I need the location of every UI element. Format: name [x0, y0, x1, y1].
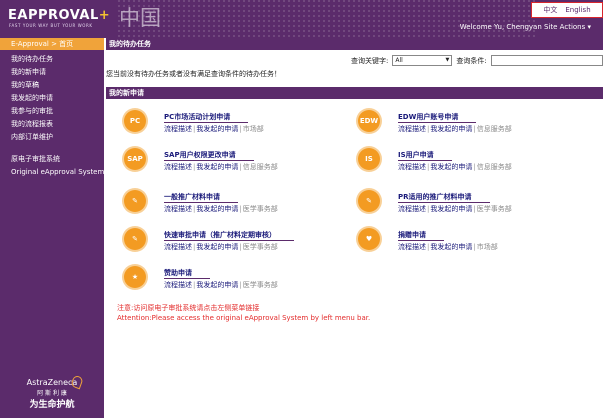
my-requests-link[interactable]: 我发起的申请 [196, 281, 238, 289]
app-title-link[interactable]: 一般推广材料申请 [164, 192, 238, 203]
app-title-link[interactable]: SAP用户权限更改申请 [164, 150, 254, 161]
sap-permission-icon[interactable]: SAP [124, 148, 146, 170]
keyword-select-value: All [395, 57, 403, 64]
app-links: 流程描述|我发起的申请|医学事务部 [164, 205, 278, 213]
app-links: 流程描述|我发起的申请|市场部 [164, 125, 264, 133]
keyword-select[interactable]: All ▼ [392, 55, 453, 66]
app-links: 流程描述|我发起的申请|信息服务部 [398, 125, 512, 133]
app-links: 流程描述|我发起的申请|信息服务部 [398, 163, 512, 171]
left-sidebar: E-Approval > 首页 我的待办任务 我的新申请 我的草稿 我发起的申请… [0, 38, 104, 418]
sidebar-item-legacy-system-en[interactable]: Original eApproval System [11, 166, 104, 179]
my-requests-link[interactable]: 我发起的申请 [430, 125, 472, 133]
astrazeneca-cn-name: 阿 斯 利 康 [37, 390, 67, 397]
sidebar-menu: 我的待办任务 我的新申请 我的草稿 我发起的申请 我参与的审批 我的流程报表 内… [0, 50, 104, 179]
document-edit-icon[interactable]: ✎ [358, 190, 380, 212]
department-label: 信息服务部 [476, 125, 512, 133]
my-requests-link[interactable]: 我发起的申请 [430, 205, 472, 213]
edw-account-icon[interactable]: EDW [358, 110, 380, 132]
lang-english-link[interactable]: English [565, 6, 590, 14]
no-task-message: 您当前没有待办任务或者没有满足查询条件的待办任务！ [106, 70, 281, 78]
china-brand-graphic: 中国 [119, 6, 161, 30]
my-requests-link[interactable]: 我发起的申请 [196, 125, 238, 133]
department-label: 信息服务部 [476, 163, 512, 171]
process-desc-link[interactable]: 流程描述 [164, 125, 192, 133]
pc-marketing-icon[interactable]: PC [124, 110, 146, 132]
logo-tagline: FAST YOUR WAY BUT YOUR WORK [9, 23, 93, 28]
document-edit-icon[interactable]: ✎ [124, 228, 146, 250]
my-tasks-header: 我的待办任务 [106, 38, 603, 50]
app-title-link[interactable]: 捐赠申请 [398, 230, 444, 241]
chevron-down-icon: ▼ [445, 57, 450, 63]
my-requests-link[interactable]: 我发起的申请 [430, 163, 472, 171]
main-content: 我的待办任务 查询关键字: All ▼ 查询条件: 您当前没有待办任务或者没有满… [106, 38, 603, 289]
process-desc-link[interactable]: 流程描述 [398, 125, 426, 133]
astrazeneca-slogan: 为生命护航 [29, 400, 75, 410]
app-title-link[interactable]: 快速审批申请（推广材料定期审核） [164, 230, 294, 241]
my-requests-link[interactable]: 我发起的申请 [196, 243, 238, 251]
process-desc-link[interactable]: 流程描述 [164, 163, 192, 171]
app-title-link[interactable]: EDW用户账号申请 [398, 112, 477, 123]
department-label: 信息服务部 [242, 163, 278, 171]
new-requests-section: 我的新申请 [106, 87, 603, 99]
department-label: 市场部 [476, 243, 498, 251]
app-links: 流程描述|我发起的申请|信息服务部 [164, 163, 278, 171]
sidebar-item-new-request[interactable]: 我的新申请 [11, 66, 104, 79]
app-title-link[interactable]: IS用户申请 [398, 150, 452, 161]
department-label: 医学事务部 [242, 243, 278, 251]
process-desc-link[interactable]: 流程描述 [164, 205, 192, 213]
department-label: 医学事务部 [242, 205, 278, 213]
app-links: 流程描述|我发起的申请|医学事务部 [164, 243, 278, 251]
department-label: 医学事务部 [476, 205, 512, 213]
condition-label: 查询条件: [456, 56, 487, 65]
sidebar-item-process-reports[interactable]: 我的流程报表 [11, 118, 104, 131]
app-links: 流程描述|我发起的申请|医学事务部 [398, 205, 512, 213]
sidebar-item-internal-order[interactable]: 内部订单维护 [11, 131, 104, 144]
department-label: 医学事务部 [242, 281, 278, 289]
document-edit-icon[interactable]: ✎ [124, 190, 146, 212]
astrazeneca-name: AstraZeneca [26, 378, 78, 387]
welcome-bar: Welcome Yu, Chengyan Site Actions ▾ [460, 23, 591, 31]
is-user-icon[interactable]: IS [358, 148, 380, 170]
process-desc-link[interactable]: 流程描述 [398, 163, 426, 171]
process-desc-link[interactable]: 流程描述 [398, 243, 426, 251]
my-requests-link[interactable]: 我发起的申请 [196, 205, 238, 213]
sidebar-item-my-tasks[interactable]: 我的待办任务 [11, 53, 104, 66]
language-switcher: 中文 English [531, 2, 603, 18]
eapproval-logo[interactable]: EAPPROVAL+ [8, 8, 110, 23]
condition-input[interactable] [490, 55, 603, 66]
app-links: 流程描述|我发起的申请|医学事务部 [164, 281, 278, 289]
department-label: 市场部 [242, 125, 264, 133]
top-banner: EAPPROVAL+ FAST YOUR WAY BUT YOUR WORK 中… [0, 0, 603, 38]
sidebar-item-my-approvals[interactable]: 我参与的审批 [11, 105, 104, 118]
app-title-link[interactable]: PC市场活动计划申请 [164, 112, 249, 123]
lang-chinese-link[interactable]: 中文 [543, 5, 557, 15]
sidebar-home-link[interactable]: E-Approval > 首页 [0, 38, 104, 50]
sidebar-item-my-requests[interactable]: 我发起的申请 [11, 92, 104, 105]
astrazeneca-logo: AstraZeneca 阿 斯 利 康 为生命护航 [0, 374, 104, 410]
sidebar-item-legacy-system-cn[interactable]: 原电子审批系统 [11, 153, 104, 166]
process-desc-link[interactable]: 流程描述 [164, 281, 192, 289]
attention-notice-cn: 注意:访问原电子审批系统请点击左侧菜单链接 [117, 304, 260, 312]
sponsorship-icon[interactable]: ★ [124, 266, 146, 288]
app-links: 流程描述|我发起的申请|市场部 [398, 243, 498, 251]
process-desc-link[interactable]: 流程描述 [398, 205, 426, 213]
attention-notice: 注意:访问原电子审批系统请点击左侧菜单链接 Attention:Please a… [117, 303, 370, 323]
sidebar-item-drafts[interactable]: 我的草稿 [11, 79, 104, 92]
task-search-row: 查询关键字: All ▼ 查询条件: [351, 55, 603, 66]
new-requests-header: 我的新申请 [106, 87, 603, 99]
banner-pattern [118, 0, 538, 38]
attention-notice-en: Attention:Please access the original eAp… [117, 314, 371, 322]
my-requests-link[interactable]: 我发起的申请 [196, 163, 238, 171]
app-title-link[interactable]: PR适用的推广材料申请 [398, 192, 490, 203]
donation-icon[interactable]: ♥ [358, 228, 380, 250]
app-title-link[interactable]: 赞助申请 [164, 268, 210, 279]
process-desc-link[interactable]: 流程描述 [164, 243, 192, 251]
my-requests-link[interactable]: 我发起的申请 [430, 243, 472, 251]
site-actions-menu[interactable]: Site Actions ▾ [544, 23, 591, 31]
welcome-user-menu[interactable]: Welcome Yu, Chengyan [460, 23, 542, 31]
sidebar-spacer [11, 144, 104, 153]
keyword-label: 查询关键字: [351, 56, 389, 65]
